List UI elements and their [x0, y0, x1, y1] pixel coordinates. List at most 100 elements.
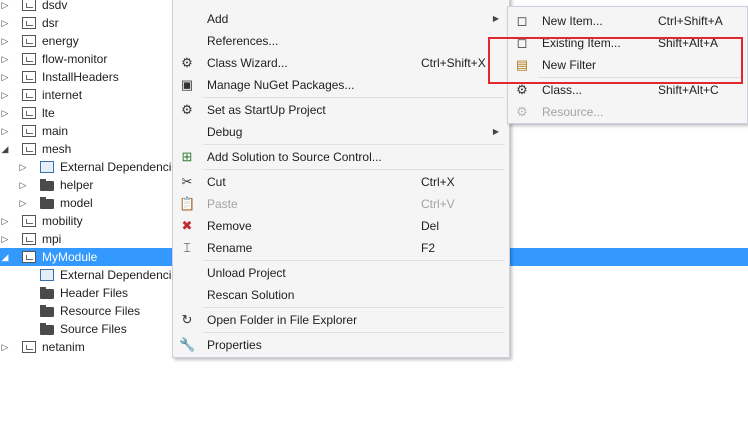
folder-icon: [40, 305, 54, 317]
menu-item-label: Paste: [207, 197, 238, 211]
menu-item-label: Manage NuGet Packages...: [207, 78, 355, 92]
expand-arrow-icon[interactable]: ▷: [0, 14, 10, 32]
expand-arrow-icon[interactable]: ▷: [0, 0, 10, 14]
submenu-resource[interactable]: ⚙ Resource...: [508, 101, 747, 123]
tree-row-label: InstallHeaders: [42, 70, 119, 84]
menu-cut[interactable]: ✂ Cut Ctrl+X: [173, 171, 509, 193]
menu-item-label: New Item...: [542, 14, 603, 28]
expand-arrow-icon[interactable]: ▷: [0, 32, 10, 50]
menu-add-source-control[interactable]: ⊞ Add Solution to Source Control...: [173, 146, 509, 168]
project-icon: [22, 233, 36, 245]
expand-arrow-icon[interactable]: ▷: [0, 104, 10, 122]
menu-item-label: Rename: [207, 241, 253, 255]
menu-item-label: Resource...: [542, 105, 604, 119]
expand-arrow-icon[interactable]: ▷: [0, 338, 10, 356]
collapse-arrow-icon[interactable]: ◢: [0, 140, 10, 158]
project-icon: [22, 215, 36, 227]
menu-item-shortcut: Ctrl+X: [421, 175, 455, 189]
tree-row-label: netanim: [42, 340, 85, 354]
project-icon: [22, 35, 36, 47]
expand-arrow-icon[interactable]: ▷: [0, 122, 10, 140]
dependencies-icon: [40, 269, 54, 281]
menu-item-shortcut: Ctrl+V: [421, 197, 455, 211]
collapse-arrow-icon[interactable]: ◢: [0, 248, 10, 266]
tree-row-label: internet: [42, 88, 83, 102]
source-control-icon: ⊞: [181, 149, 193, 164]
project-icon: [22, 125, 36, 137]
tree-row-label: Resource Files: [60, 304, 141, 318]
menu-separator: [203, 332, 505, 333]
scissors-icon: ✂: [181, 174, 193, 189]
expand-arrow-icon[interactable]: ▷: [18, 176, 28, 194]
menu-open-folder[interactable]: ↻ Open Folder in File Explorer: [173, 309, 509, 331]
menu-item-label: Class Wizard...: [207, 56, 288, 70]
menu-item-label: Remove: [207, 219, 252, 233]
folder-icon: [40, 197, 54, 209]
nuget-icon: ▣: [180, 77, 194, 92]
rename-icon: ⌶: [183, 240, 191, 255]
project-icon: [22, 89, 36, 101]
menu-set-startup[interactable]: ⚙ Set as StartUp Project: [173, 99, 509, 121]
resource-icon: ⚙: [516, 104, 528, 119]
project-icon: [22, 251, 36, 263]
expand-arrow-icon[interactable]: ▷: [0, 68, 10, 86]
menu-separator: [203, 97, 505, 98]
menu-item-label: Add Solution to Source Control...: [207, 150, 382, 164]
open-folder-icon: ↻: [181, 312, 193, 327]
expand-arrow-icon[interactable]: ▷: [0, 50, 10, 68]
expand-arrow-icon[interactable]: ▷: [18, 158, 28, 176]
menu-references[interactable]: References...: [173, 30, 509, 52]
new-item-icon: ◻: [516, 13, 528, 28]
menu-item-shortcut: Del: [421, 219, 440, 233]
submenu-new-item[interactable]: ◻ New Item... Ctrl+Shift+A: [508, 10, 747, 32]
menu-separator: [203, 169, 505, 170]
menu-add[interactable]: Add ▶: [173, 8, 509, 30]
menu-item-label: Add: [207, 12, 229, 26]
project-icon: [22, 341, 36, 353]
gear-icon: ⚙: [181, 102, 193, 117]
menu-rescan-solution[interactable]: Rescan Solution: [173, 284, 509, 306]
menu-paste[interactable]: 📋 Paste Ctrl+V: [173, 193, 509, 215]
menu-separator: [203, 307, 505, 308]
tree-row-label: mobility: [42, 214, 83, 228]
project-icon: [22, 143, 36, 155]
tree-row-label: MyModule: [42, 250, 98, 264]
context-menu: Add ▶ References... ⚙ Class Wizard... Ctrl+Sh…: [172, 0, 510, 358]
paste-icon: 📋: [179, 196, 196, 211]
folder-icon: [40, 323, 54, 335]
menu-item-label: Cut: [207, 175, 226, 189]
menu-item-label: Properties: [207, 338, 262, 352]
menu-properties[interactable]: 🔧 Properties: [173, 334, 509, 356]
expand-arrow-icon[interactable]: ▷: [0, 86, 10, 104]
menu-item-label: Debug: [207, 125, 243, 139]
tree-row-label: lte: [42, 106, 55, 120]
project-icon: [22, 17, 36, 29]
menu-item-shortcut: F2: [421, 241, 436, 255]
menu-item-label: Open Folder in File Explorer: [207, 313, 358, 327]
menu-item-shortcut: Ctrl+Shift+X: [421, 56, 486, 70]
expand-arrow-icon[interactable]: ▷: [18, 194, 28, 212]
menu-item-label: Rescan Solution: [207, 288, 295, 302]
tree-row-label: External Dependencies: [60, 268, 185, 282]
tree-row-label: helper: [60, 178, 94, 192]
menu-unload-project[interactable]: Unload Project: [173, 262, 509, 284]
folder-icon: [40, 179, 54, 191]
wrench-icon: 🔧: [179, 337, 196, 352]
menu-separator: [203, 144, 505, 145]
tree-row-label: mpi: [42, 232, 62, 246]
menu-item-shortcut: Ctrl+Shift+A: [658, 14, 723, 28]
menu-remove[interactable]: ✖ Remove Del: [173, 215, 509, 237]
expand-arrow-icon[interactable]: ▷: [0, 212, 10, 230]
menu-rename[interactable]: ⌶ Rename F2: [173, 237, 509, 259]
project-icon: [22, 53, 36, 65]
expand-arrow-icon[interactable]: ▷: [0, 230, 10, 248]
tree-row-label: Header Files: [60, 286, 129, 300]
menu-separator: [203, 260, 505, 261]
project-icon: [22, 0, 36, 11]
menu-item-label: Set as StartUp Project: [207, 103, 326, 117]
tree-row-label: dsr: [42, 16, 59, 30]
dependencies-icon: [40, 161, 54, 173]
menu-debug[interactable]: Debug ▶: [173, 121, 509, 143]
menu-class-wizard[interactable]: ⚙ Class Wizard... Ctrl+Shift+X: [173, 52, 509, 74]
menu-manage-nuget[interactable]: ▣ Manage NuGet Packages...: [173, 74, 509, 96]
